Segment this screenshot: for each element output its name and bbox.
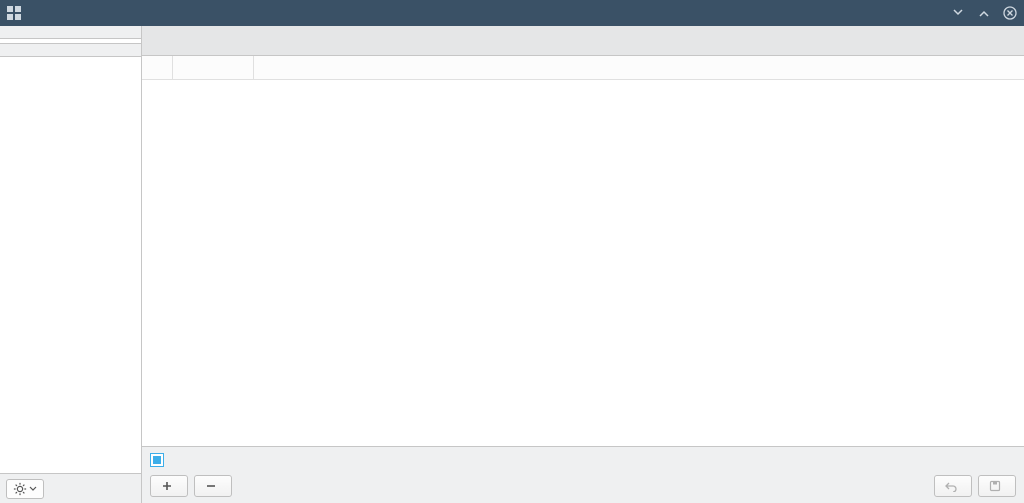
minimize-icon[interactable]	[950, 5, 966, 21]
minus-icon	[205, 480, 217, 492]
tabs	[142, 26, 1024, 56]
app-icon	[6, 5, 22, 21]
maximize-icon[interactable]	[976, 5, 992, 21]
chevron-down-icon	[29, 485, 37, 493]
reset-button[interactable]	[934, 475, 972, 497]
remove-button[interactable]	[194, 475, 232, 497]
show-program-tags-checkbox[interactable]	[150, 453, 164, 467]
tracks-list[interactable]	[0, 56, 141, 473]
tag-table[interactable]	[142, 80, 1024, 446]
save-icon	[989, 480, 1001, 492]
save-button[interactable]	[978, 475, 1016, 497]
titlebar	[0, 0, 1024, 26]
folders-header	[0, 26, 141, 38]
add-button[interactable]	[150, 475, 188, 497]
tracks-header	[0, 44, 141, 56]
close-icon[interactable]	[1002, 5, 1018, 21]
gear-icon	[13, 482, 27, 496]
tag-table-header	[142, 56, 1024, 80]
col-header-tag[interactable]	[172, 56, 254, 79]
plus-icon	[161, 480, 173, 492]
settings-button[interactable]	[6, 479, 44, 499]
undo-icon	[945, 480, 957, 492]
